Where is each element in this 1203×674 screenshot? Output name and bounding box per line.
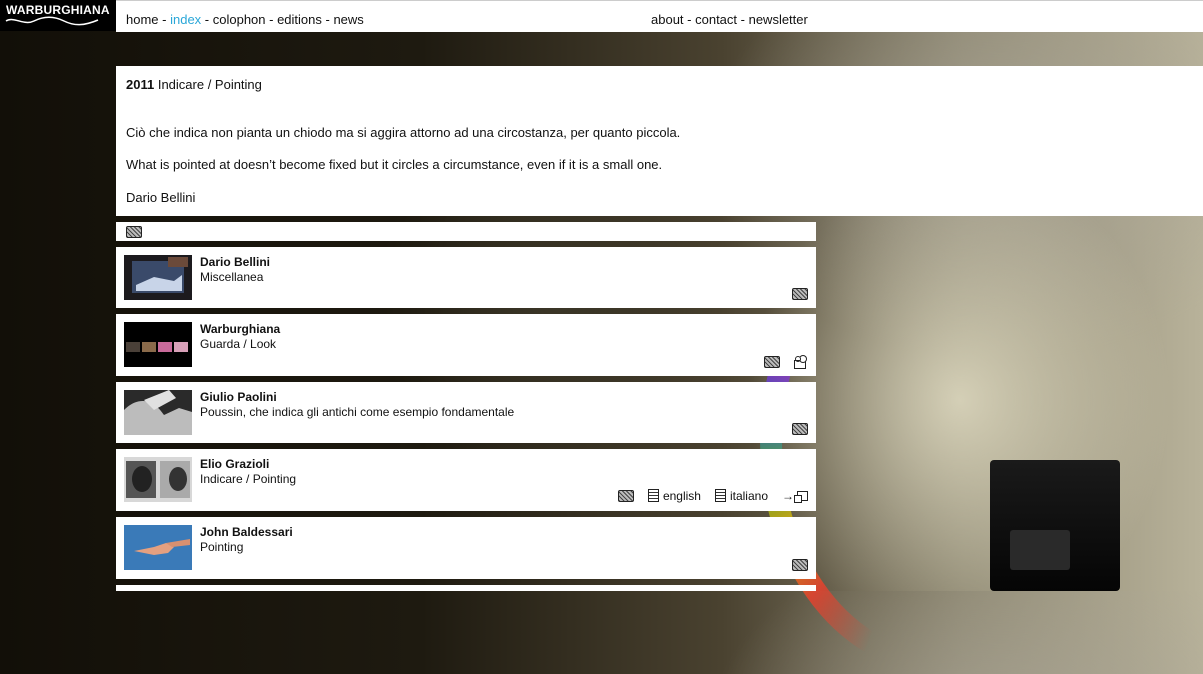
nav-separator: - [321, 12, 334, 27]
film-icon[interactable] [792, 423, 808, 435]
nav-newsletter[interactable]: newsletter [749, 12, 808, 27]
year-label: 2011 [126, 77, 155, 92]
two-faces-thumbnail[interactable] [124, 457, 192, 502]
intro-author: Dario Bellini [126, 190, 196, 205]
nav-home[interactable]: home [126, 12, 159, 27]
entry-subtitle[interactable]: Guarda / Look [200, 337, 276, 351]
english-link-label: english [662, 489, 701, 503]
list-item[interactable]: Warburghiana Guarda / Look [116, 314, 816, 376]
entry-author[interactable]: Dario Bellini [200, 255, 270, 269]
site-logo[interactable]: WARBURGHIANA [0, 0, 116, 31]
list-item[interactable]: Giulio Paolini Poussin, che indica gli a… [116, 382, 816, 443]
list-item[interactable]: Elio Grazioli Indicare / Pointing englis… [116, 449, 816, 511]
nav-separator: - [683, 12, 696, 27]
film-icon[interactable] [792, 288, 808, 300]
nav-editions[interactable]: editions [277, 12, 322, 27]
entry-author[interactable]: Warburghiana [200, 322, 280, 336]
title-text: Indicare / Pointing [157, 77, 262, 92]
entry-subtitle[interactable]: Pointing [200, 540, 243, 554]
entry-subtitle[interactable]: Poussin, che indica gli antichi come ese… [200, 405, 514, 419]
entry-author[interactable]: John Baldessari [200, 525, 293, 539]
entry-icons [764, 356, 808, 369]
nav-separator: - [265, 12, 278, 27]
video-strip-thumbnail[interactable] [124, 322, 192, 367]
entry-icons [792, 288, 808, 300]
nav-separator: - [201, 12, 213, 27]
intro-text-english: What is pointed at doesn’t become fixed … [126, 157, 663, 172]
document-icon [714, 489, 726, 502]
pointing-hand-thumbnail[interactable] [124, 525, 192, 570]
film-icon[interactable] [126, 226, 142, 238]
film-icon[interactable] [764, 356, 780, 368]
document-icon [647, 489, 659, 502]
entry-icons [792, 423, 808, 435]
italiano-link-label: italiano [729, 489, 768, 503]
entry-icons [792, 559, 808, 571]
logo-text: WARBURGHIANA [6, 3, 110, 17]
nav-separator: - [737, 12, 749, 27]
nav-index[interactable]: index [170, 12, 201, 27]
nav-news[interactable]: news [333, 12, 363, 27]
list-item[interactable] [116, 585, 816, 591]
entry-icons: english italiano → [617, 489, 808, 503]
film-icon[interactable] [617, 490, 634, 502]
primary-nav: home - index - colophon - editions - new… [126, 12, 364, 27]
collection-toolbar [116, 222, 816, 241]
screen-photo-thumbnail[interactable] [124, 255, 192, 300]
nav-colophon[interactable]: colophon [213, 12, 266, 27]
intro-text-italian: Ciò che indica non pianta un chiodo ma s… [126, 125, 681, 140]
nav-about[interactable]: about [651, 12, 684, 27]
entry-author[interactable]: Giulio Paolini [200, 390, 277, 404]
camera-icon[interactable] [794, 356, 808, 369]
entry-subtitle[interactable]: Indicare / Pointing [200, 472, 296, 486]
secondary-nav: about - contact - newsletter [651, 12, 808, 27]
intro-panel: 2011 Indicare / Pointing Ciò che indica … [116, 66, 1203, 216]
hand-photo-thumbnail[interactable] [124, 390, 192, 435]
list-item[interactable]: Dario Bellini Miscellanea [116, 247, 816, 308]
nav-contact[interactable]: contact [695, 12, 737, 27]
english-text-link[interactable]: english [647, 489, 701, 503]
italiano-text-link[interactable]: italiano [714, 489, 768, 503]
nav-separator: - [158, 12, 171, 27]
logo-swirl-icon [5, 16, 99, 26]
film-icon[interactable] [792, 559, 808, 571]
entry-subtitle[interactable]: Miscellanea [200, 270, 263, 284]
list-item[interactable]: John Baldessari Pointing [116, 517, 816, 579]
entry-author[interactable]: Elio Grazioli [200, 457, 269, 471]
external-window-icon[interactable]: → [782, 489, 808, 503]
background-projector [990, 460, 1120, 591]
top-nav-bar: home - index - colophon - editions - new… [116, 0, 1203, 32]
page-title: 2011 Indicare / Pointing [126, 77, 262, 92]
